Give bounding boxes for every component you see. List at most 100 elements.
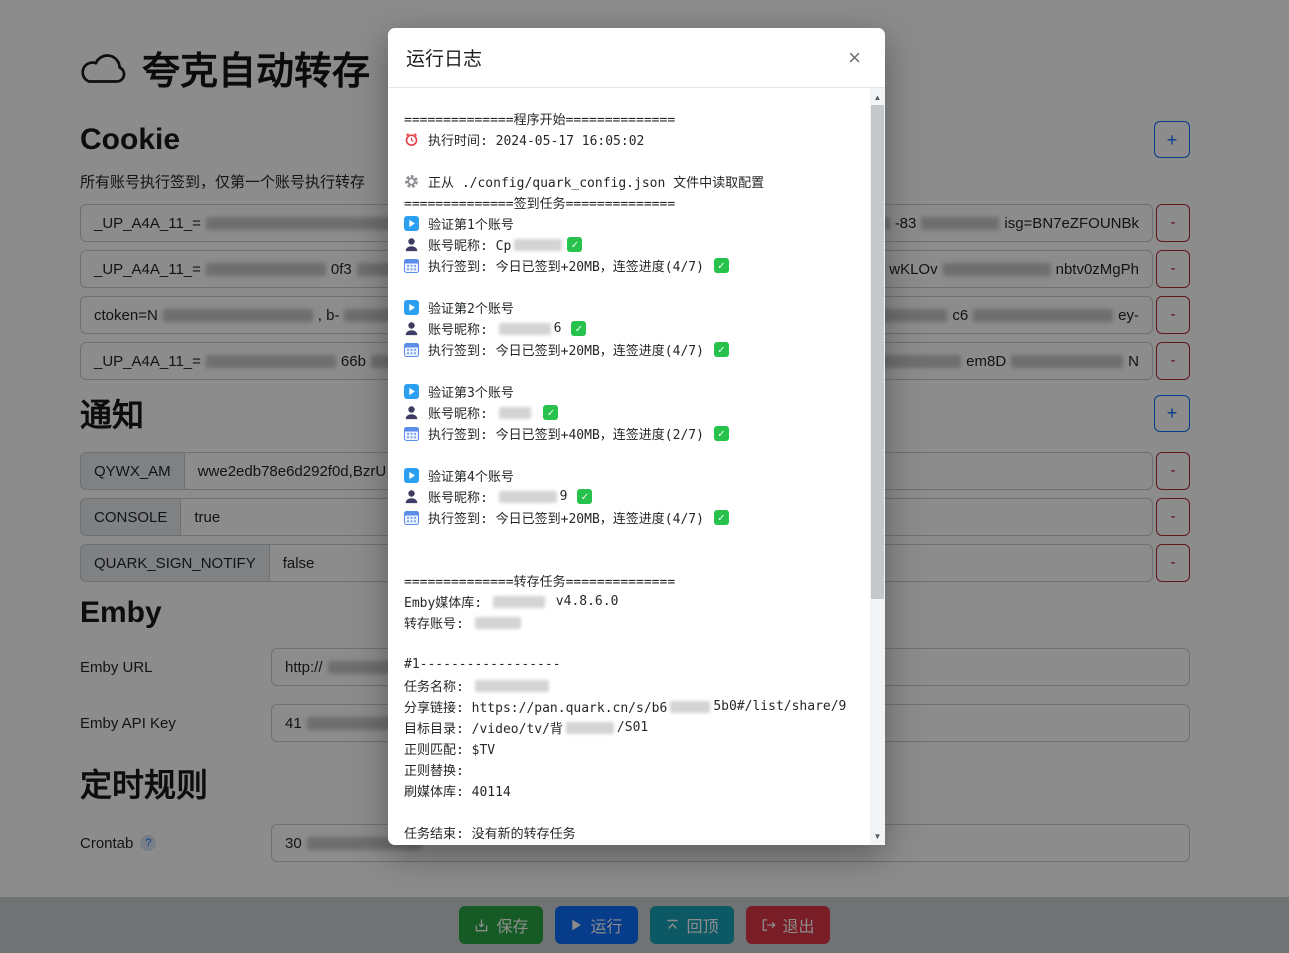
log-line: 任务名称: xyxy=(404,675,885,696)
log-line: Emby媒体库: v4.8.6.0 xyxy=(404,591,885,612)
modal-header: 运行日志 × xyxy=(388,28,885,88)
text-fragment: 执行时间: 2024-05-17 16:05:02 xyxy=(428,130,644,149)
log-line xyxy=(404,549,885,570)
log-line: 执行时间: 2024-05-17 16:05:02 xyxy=(404,129,885,150)
log-line xyxy=(404,633,885,654)
redacted-text xyxy=(499,407,531,419)
text-fragment: 执行签到: 今日已签到+20MB，连签进度(4/7) xyxy=(428,508,712,527)
text-fragment: /S01 xyxy=(617,720,648,735)
calendar-icon xyxy=(404,258,419,273)
text-fragment: 任务结束: 没有新的转存任务 xyxy=(404,823,576,842)
text-fragment: 刷媒体库: 40114 xyxy=(404,781,511,800)
log-line: 执行签到: 今日已签到+20MB，连签进度(4/7) xyxy=(404,507,885,528)
text-fragment: 正从 ./config/quark_config.json 文件中读取配置 xyxy=(428,172,764,191)
check-icon xyxy=(571,321,586,336)
calendar-icon xyxy=(404,510,419,525)
log-line: 任务结束: 没有新的转存任务 xyxy=(404,822,885,843)
log-line: ==============签到任务============== xyxy=(404,192,885,213)
check-icon xyxy=(714,258,729,273)
text-fragment: Emby媒体库: xyxy=(404,592,490,611)
text-fragment: 任务名称: xyxy=(404,676,472,695)
check-icon xyxy=(577,489,592,504)
user-icon xyxy=(404,405,419,420)
text-fragment: 验证第1个账号 xyxy=(428,214,514,233)
log-line: 验证第3个账号 xyxy=(404,381,885,402)
scroll-up-icon[interactable] xyxy=(870,89,885,105)
text-fragment: 9 xyxy=(560,489,576,504)
log-line: 转存账号: xyxy=(404,612,885,633)
text-fragment: 转存账号: xyxy=(404,613,472,632)
log-line: 正从 ./config/quark_config.json 文件中读取配置 xyxy=(404,171,885,192)
check-icon xyxy=(714,342,729,357)
log-line: 刷媒体库: 40114 xyxy=(404,780,885,801)
log-line: 验证第1个账号 xyxy=(404,213,885,234)
check-icon xyxy=(714,426,729,441)
log-line: 正则匹配: $TV xyxy=(404,738,885,759)
redacted-text xyxy=(670,701,710,713)
log-line xyxy=(404,360,885,381)
text-fragment: #1------------------ xyxy=(404,657,561,672)
text-fragment: 验证第2个账号 xyxy=(428,298,514,317)
log-line: 执行签到: 今日已签到+20MB，连签进度(4/7) xyxy=(404,255,885,276)
text-fragment: 账号昵称: Cp xyxy=(428,235,511,254)
log-content: ==============程序开始==============执行时间: 20… xyxy=(404,108,885,843)
log-line: 验证第2个账号 xyxy=(404,297,885,318)
log-line: 账号昵称: 6 xyxy=(404,318,885,339)
text-fragment: 5b0#/list/share/9 xyxy=(713,699,846,714)
text-fragment: 正则替换: xyxy=(404,760,472,779)
text-fragment: 验证第3个账号 xyxy=(428,382,514,401)
log-line: 执行签到: 今日已签到+20MB，连签进度(4/7) xyxy=(404,339,885,360)
redacted-text xyxy=(499,323,551,335)
play-icon xyxy=(404,300,419,315)
log-line: 验证第4个账号 xyxy=(404,465,885,486)
log-line: 账号昵称: xyxy=(404,402,885,423)
log-line xyxy=(404,528,885,549)
text-fragment: ==============签到任务============== xyxy=(404,193,675,212)
text-fragment: ==============转存任务============== xyxy=(404,571,675,590)
gear-icon xyxy=(404,174,419,189)
calendar-icon xyxy=(404,426,419,441)
log-line: 正则替换: xyxy=(404,759,885,780)
log-line xyxy=(404,276,885,297)
log-line: 执行签到: 今日已签到+40MB，连签进度(2/7) xyxy=(404,423,885,444)
redacted-text xyxy=(475,617,521,629)
redacted-text xyxy=(566,722,614,734)
log-line: #1------------------ xyxy=(404,654,885,675)
alarm-icon xyxy=(404,132,419,147)
play-icon xyxy=(404,384,419,399)
user-icon xyxy=(404,489,419,504)
log-viewport: ==============程序开始==============执行时间: 20… xyxy=(388,88,885,845)
log-line xyxy=(404,150,885,171)
check-icon xyxy=(567,237,582,252)
scrollbar-thumb[interactable] xyxy=(871,105,884,599)
text-fragment: 执行签到: 今日已签到+20MB，连签进度(4/7) xyxy=(428,340,712,359)
text-fragment: 执行签到: 今日已签到+20MB，连签进度(4/7) xyxy=(428,256,712,275)
text-fragment: 分享链接: https://pan.quark.cn/s/b6 xyxy=(404,697,667,716)
check-icon xyxy=(543,405,558,420)
text-fragment: 账号昵称: xyxy=(428,487,496,506)
log-line: ==============转存任务============== xyxy=(404,570,885,591)
play-icon xyxy=(404,468,419,483)
redacted-text xyxy=(493,596,545,608)
log-line xyxy=(404,444,885,465)
text-fragment: v4.8.6.0 xyxy=(548,594,618,609)
text-fragment: 执行签到: 今日已签到+40MB，连签进度(2/7) xyxy=(428,424,712,443)
text-fragment xyxy=(534,405,542,420)
redacted-text xyxy=(499,491,557,503)
text-fragment: 正则匹配: $TV xyxy=(404,739,495,758)
text-fragment: 账号昵称: xyxy=(428,319,496,338)
scrollbar[interactable] xyxy=(870,88,885,845)
check-icon xyxy=(714,510,729,525)
scroll-down-icon[interactable] xyxy=(870,828,885,844)
text-fragment: 目标目录: /video/tv/背 xyxy=(404,718,563,737)
log-line: 目标目录: /video/tv/背/S01 xyxy=(404,717,885,738)
modal-title: 运行日志 xyxy=(406,44,482,71)
close-icon[interactable]: × xyxy=(842,46,867,70)
redacted-text xyxy=(475,680,549,692)
user-icon xyxy=(404,237,419,252)
log-line: 分享链接: https://pan.quark.cn/s/b6 5b0#/list… xyxy=(404,696,885,717)
log-line xyxy=(404,801,885,822)
text-fragment: 6 xyxy=(554,321,570,336)
play-icon xyxy=(404,216,419,231)
run-log-modal: 运行日志 × ==============程序开始==============执… xyxy=(388,28,885,845)
